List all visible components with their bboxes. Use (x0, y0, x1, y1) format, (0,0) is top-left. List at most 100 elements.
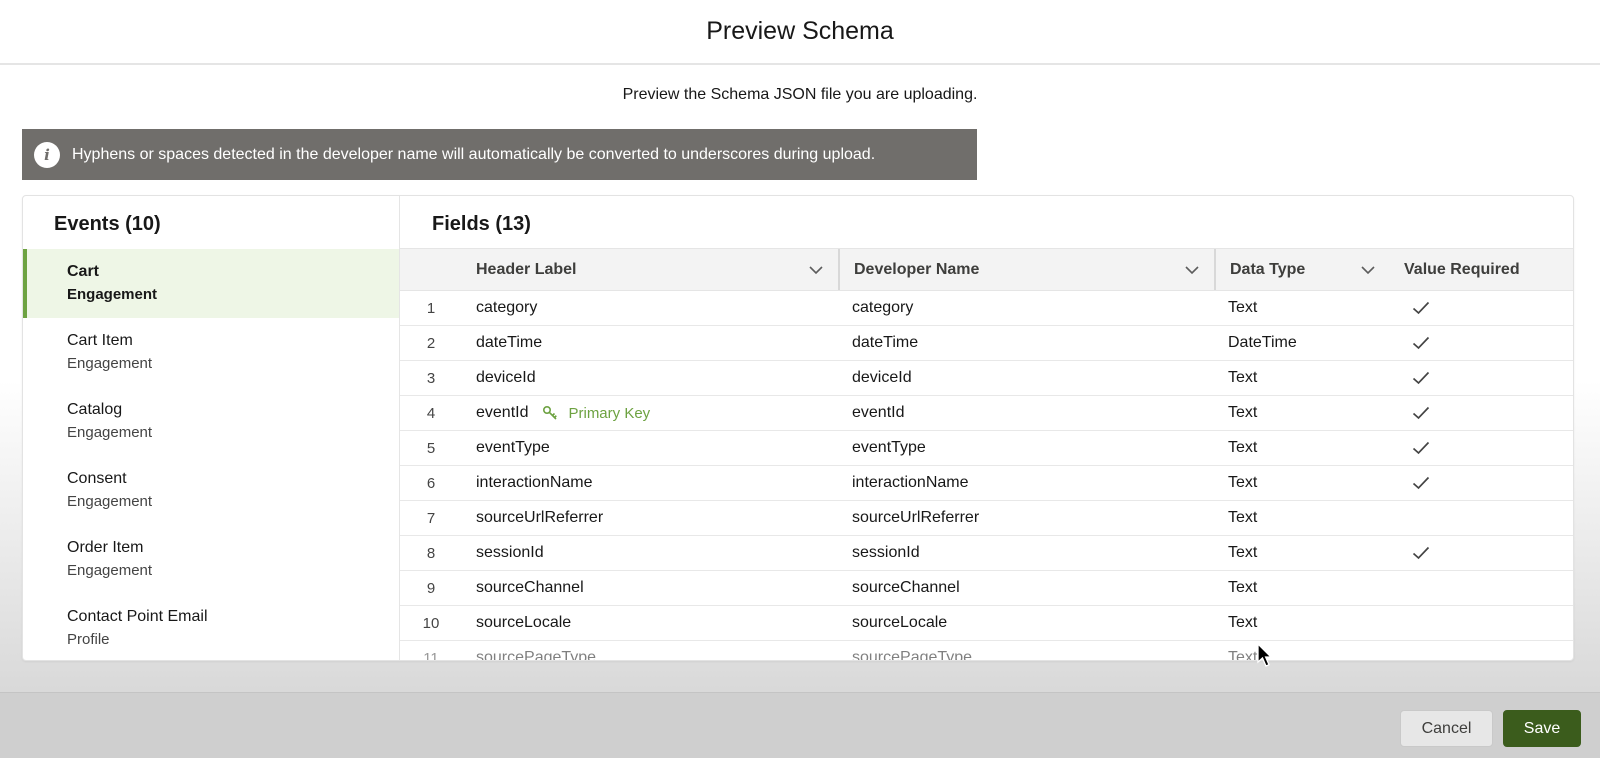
cancel-button[interactable]: Cancel (1400, 710, 1493, 747)
event-item[interactable]: Cart Engagement (23, 249, 399, 318)
column-data-type-text: Data Type (1230, 260, 1306, 278)
header-label-cell-text: interactionName (476, 474, 593, 491)
row-number: 11 (400, 641, 462, 661)
row-number: 3 (400, 361, 462, 395)
column-data-type[interactable]: Data Type (1214, 249, 1390, 290)
row-number-text: 9 (426, 579, 436, 597)
data-type-cell: Text (1228, 396, 1257, 430)
table-row[interactable]: 11 sourcePageType sourcePageType Text (400, 641, 1573, 660)
data-type-cell: DateTime (1228, 326, 1297, 360)
developer-name-cell: interactionName (852, 466, 969, 500)
event-item[interactable]: Consent Engagement (23, 456, 399, 525)
schema-panel: Events (10) Cart Engagement Cart Item Engag… (22, 195, 1574, 661)
event-name: Consent (67, 470, 127, 487)
header-label-cell-text: sourceLocale (476, 614, 572, 631)
value-required-cell (1404, 396, 1430, 430)
data-type-cell-text: Text (1228, 299, 1258, 316)
event-name: Cart Item (67, 332, 133, 349)
event-item[interactable]: Cart Item Engagement (23, 318, 399, 387)
row-number-text: 11 (423, 649, 439, 661)
header-label-cell: dateTime (476, 326, 542, 360)
event-item[interactable]: Catalog Engagement (23, 387, 399, 456)
save-button[interactable]: Save (1503, 710, 1581, 747)
table-row[interactable]: 4 eventId Primary Key eventId Text (400, 396, 1573, 431)
modal-footer: Cancel Save (0, 692, 1600, 758)
modal-header: Preview Schema (0, 0, 1600, 65)
value-required-cell (1404, 431, 1430, 465)
developer-name-cell-text: eventType (852, 439, 926, 456)
row-number-text: 8 (426, 544, 436, 562)
table-row[interactable]: 8 sessionId sessionId Text (400, 536, 1573, 571)
table-row[interactable]: 3 deviceId deviceId Text (400, 361, 1573, 396)
fields-title: Fields (13) (432, 213, 531, 235)
check-icon (1412, 371, 1430, 385)
column-developer-name[interactable]: Developer Name (838, 249, 1214, 290)
event-category: Engagement (67, 424, 153, 441)
key-icon (542, 405, 563, 421)
data-type-cell-text: Text (1228, 614, 1258, 631)
primary-key-label: Primary Key (568, 404, 651, 422)
developer-name-cell-text: category (852, 299, 914, 316)
column-header-label[interactable]: Header Label (464, 249, 838, 290)
event-category: Engagement (67, 493, 153, 510)
table-row[interactable]: 10 sourceLocale sourceLocale Text (400, 606, 1573, 641)
developer-name-cell: eventType (852, 431, 926, 465)
event-category: Engagement (67, 286, 158, 303)
chevron-down-icon[interactable] (1360, 262, 1376, 278)
data-type-cell: Text (1228, 361, 1257, 395)
event-item[interactable]: Order Item Engagement (23, 525, 399, 594)
event-category: Engagement (67, 562, 153, 579)
value-required-cell (1404, 291, 1430, 325)
header-label-cell: sessionId (476, 536, 544, 570)
data-type-cell: Text (1228, 536, 1257, 570)
value-required-cell (1404, 326, 1430, 360)
check-icon (1412, 406, 1430, 420)
chevron-down-icon[interactable] (808, 262, 824, 278)
header-label-cell: sourceChannel (476, 571, 584, 605)
data-type-cell: Text (1228, 606, 1257, 640)
data-type-cell-text: Text (1228, 404, 1258, 421)
data-type-cell-text: Text (1228, 369, 1258, 386)
mouse-cursor-icon (1257, 643, 1273, 667)
event-name: Catalog (67, 401, 123, 418)
check-icon (1412, 546, 1430, 560)
data-type-cell: Text (1228, 291, 1257, 325)
column-value-required: Value Required (1392, 249, 1573, 290)
data-type-cell-text: DateTime (1228, 334, 1297, 351)
data-type-cell-text: Text (1228, 439, 1258, 456)
data-type-cell: Text (1228, 571, 1257, 605)
header-label-cell-text: sourcePageType (476, 649, 597, 660)
developer-name-cell-text: sourceUrlReferrer (852, 509, 980, 526)
developer-name-cell-text: dateTime (852, 334, 919, 351)
fields-table-body: 1 category category Text 2 dateTime dateTime Da… (400, 291, 1573, 660)
data-type-cell-text: Text (1228, 509, 1258, 526)
row-number-text: 6 (426, 474, 436, 492)
row-number-text: 2 (426, 334, 436, 352)
modal-subtitle: Preview the Schema JSON file you are upl… (622, 86, 978, 103)
event-item[interactable]: Contact Point Email Profile (23, 594, 399, 660)
developer-name-cell-text: sourcePageType (852, 649, 973, 660)
table-row[interactable]: 7 sourceUrlReferrer sourceUrlReferrer Text (400, 501, 1573, 536)
developer-name-cell-text: deviceId (852, 369, 912, 386)
row-number-text: 3 (426, 369, 436, 387)
row-number-text: 5 (426, 439, 436, 457)
header-label-cell-text: sourceUrlReferrer (476, 509, 604, 526)
developer-name-cell-text: sessionId (852, 544, 920, 561)
row-number: 10 (400, 606, 462, 640)
table-row[interactable]: 2 dateTime dateTime DateTime (400, 326, 1573, 361)
event-name: Order Item (67, 539, 144, 556)
table-row[interactable]: 9 sourceChannel sourceChannel Text (400, 571, 1573, 606)
check-icon (1412, 301, 1430, 315)
developer-name-cell: sessionId (852, 536, 920, 570)
developer-name-cell: deviceId (852, 361, 912, 395)
info-banner: i Hyphens or spaces detected in the deve… (22, 129, 977, 180)
column-value-required-text: Value Required (1404, 260, 1520, 278)
column-header-label-text: Header Label (476, 260, 577, 278)
header-label-cell-text: dateTime (476, 334, 543, 351)
table-row[interactable]: 6 interactionName interactionName Text (400, 466, 1573, 501)
data-type-cell: Text (1228, 466, 1257, 500)
table-row[interactable]: 5 eventType eventType Text (400, 431, 1573, 466)
header-label-cell-text: sessionId (476, 544, 544, 561)
chevron-down-icon[interactable] (1184, 262, 1200, 278)
table-row[interactable]: 1 category category Text (400, 291, 1573, 326)
